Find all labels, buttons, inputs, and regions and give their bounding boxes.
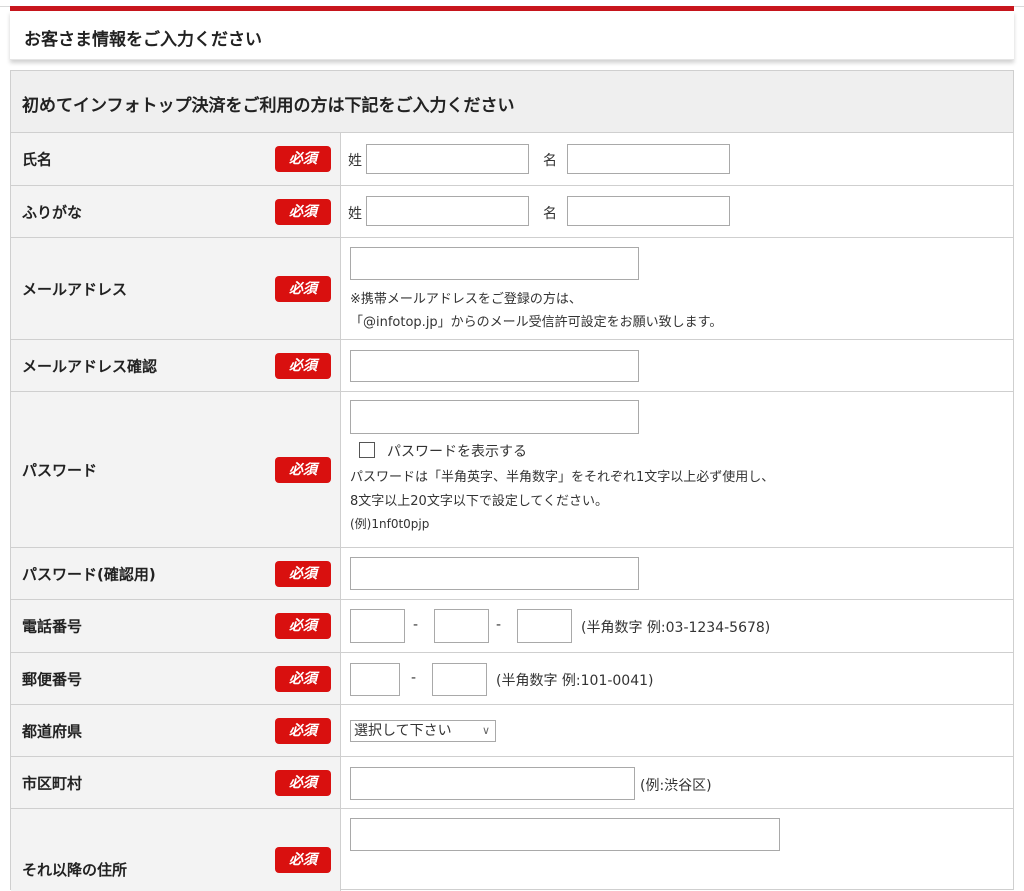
password-note-1: パスワードは「半角英字、半角数字」をそれぞれ1文字以上必ず使用し、: [350, 470, 775, 485]
email-input[interactable]: [350, 247, 639, 280]
required-badge: 必須: [275, 665, 331, 692]
required-badge: 必須: [275, 198, 331, 225]
phone-dash-2: -: [496, 617, 502, 633]
required-badge: 必須: [275, 560, 331, 587]
address-label: それ以降の住所: [22, 861, 128, 879]
password-label: パスワード: [22, 461, 98, 479]
phone-row: 電話番号 必須 - - (半角数字 例:03-1234-5678): [11, 600, 1013, 653]
first-name-input[interactable]: [567, 144, 730, 174]
last-name-input[interactable]: [366, 144, 529, 174]
show-password-label[interactable]: パスワードを表示する: [387, 441, 527, 461]
page-header: お客さま情報をご入力ください: [10, 11, 1014, 60]
address-input[interactable]: [350, 818, 780, 851]
required-badge: 必須: [275, 613, 331, 639]
phone-dash-1: -: [413, 617, 419, 633]
city-hint: (例:渋谷区): [640, 778, 712, 794]
kana-label: ふりがな: [22, 203, 83, 221]
customer-info-form: 初めてインフォトップ決済をご利用の方は下記をご入力ください 氏名 必須 姓 名 ふ…: [10, 70, 1014, 891]
email-note-1: ※携帯メールアドレスをご登録の方は、: [350, 292, 582, 307]
form-caption-text: 初めてインフォトップ決済をご利用の方は下記をご入力ください: [22, 96, 515, 116]
password-confirm-input[interactable]: [350, 557, 639, 590]
email-confirm-row: メールアドレス確認 必須: [11, 340, 1013, 392]
mei-kana-label: 名: [543, 206, 557, 222]
email-confirm-input[interactable]: [350, 350, 639, 382]
postal-dash: -: [411, 670, 417, 686]
required-badge: 必須: [275, 352, 331, 379]
sei-label: 姓: [348, 153, 362, 169]
phone-middle-input[interactable]: [434, 609, 489, 643]
postal-second-input[interactable]: [432, 663, 487, 696]
sei-kana-label: 姓: [348, 206, 362, 222]
form-caption: 初めてインフォトップ決済をご利用の方は下記をご入力ください: [11, 71, 1013, 133]
password-confirm-label: パスワード(確認用): [22, 565, 156, 583]
postal-first-input[interactable]: [350, 663, 400, 696]
prefecture-select[interactable]: 選択して下さい ∨: [350, 720, 496, 742]
postal-hint: (半角数字 例:101-0041): [496, 673, 654, 689]
email-confirm-label: メールアドレス確認: [22, 357, 158, 375]
show-password-checkbox[interactable]: [359, 442, 375, 458]
prefecture-row: 都道府県 必須 選択して下さい ∨: [11, 705, 1013, 757]
chevron-down-icon: ∨: [481, 724, 490, 737]
required-badge: 必須: [275, 717, 331, 744]
email-label: メールアドレス: [22, 280, 128, 298]
phone-label: 電話番号: [22, 617, 83, 636]
kana-row: ふりがな 必須 姓 名: [11, 186, 1013, 238]
city-row: 市区町村 必須 (例:渋谷区): [11, 757, 1013, 809]
required-badge: 必須: [275, 146, 331, 172]
required-badge: 必須: [275, 456, 331, 483]
password-note-2: 8文字以上20文字以下で設定してください。: [350, 494, 609, 509]
phone-area-input[interactable]: [350, 609, 405, 643]
prefecture-select-value: 選択して下さい: [354, 723, 452, 739]
page-title: お客さま情報をご入力ください: [24, 30, 262, 50]
required-badge: 必須: [275, 847, 331, 873]
mei-label: 名: [543, 153, 557, 169]
phone-hint: (半角数字 例:03-1234-5678): [581, 620, 771, 636]
city-input[interactable]: [350, 767, 635, 800]
city-label: 市区町村: [22, 774, 83, 792]
required-badge: 必須: [275, 769, 331, 796]
password-input[interactable]: [350, 400, 639, 434]
required-badge: 必須: [275, 275, 331, 302]
postal-row: 郵便番号 必須 - (半角数字 例:101-0041): [11, 653, 1013, 705]
address-row: それ以降の住所 必須: [11, 809, 1013, 891]
password-confirm-row: パスワード(確認用) 必須: [11, 548, 1013, 600]
password-row: パスワード 必須 パスワードを表示する パスワードは「半角英字、半角数字」をそれぞ…: [11, 392, 1013, 548]
email-row: メールアドレス 必須 ※携帯メールアドレスをご登録の方は、 「@infotop.j…: [11, 238, 1013, 340]
password-example: (例)1nf0t0pjp: [350, 517, 430, 531]
prefecture-label: 都道府県: [22, 722, 83, 740]
postal-label: 郵便番号: [22, 670, 83, 688]
email-note-2: 「@infotop.jp」からのメール受信許可設定をお願い致します。: [350, 315, 723, 330]
last-name-kana-input[interactable]: [366, 196, 529, 226]
name-label: 氏名: [22, 150, 53, 169]
first-name-kana-input[interactable]: [567, 196, 730, 226]
phone-last-input[interactable]: [517, 609, 572, 643]
name-row: 氏名 必須 姓 名: [11, 133, 1013, 186]
